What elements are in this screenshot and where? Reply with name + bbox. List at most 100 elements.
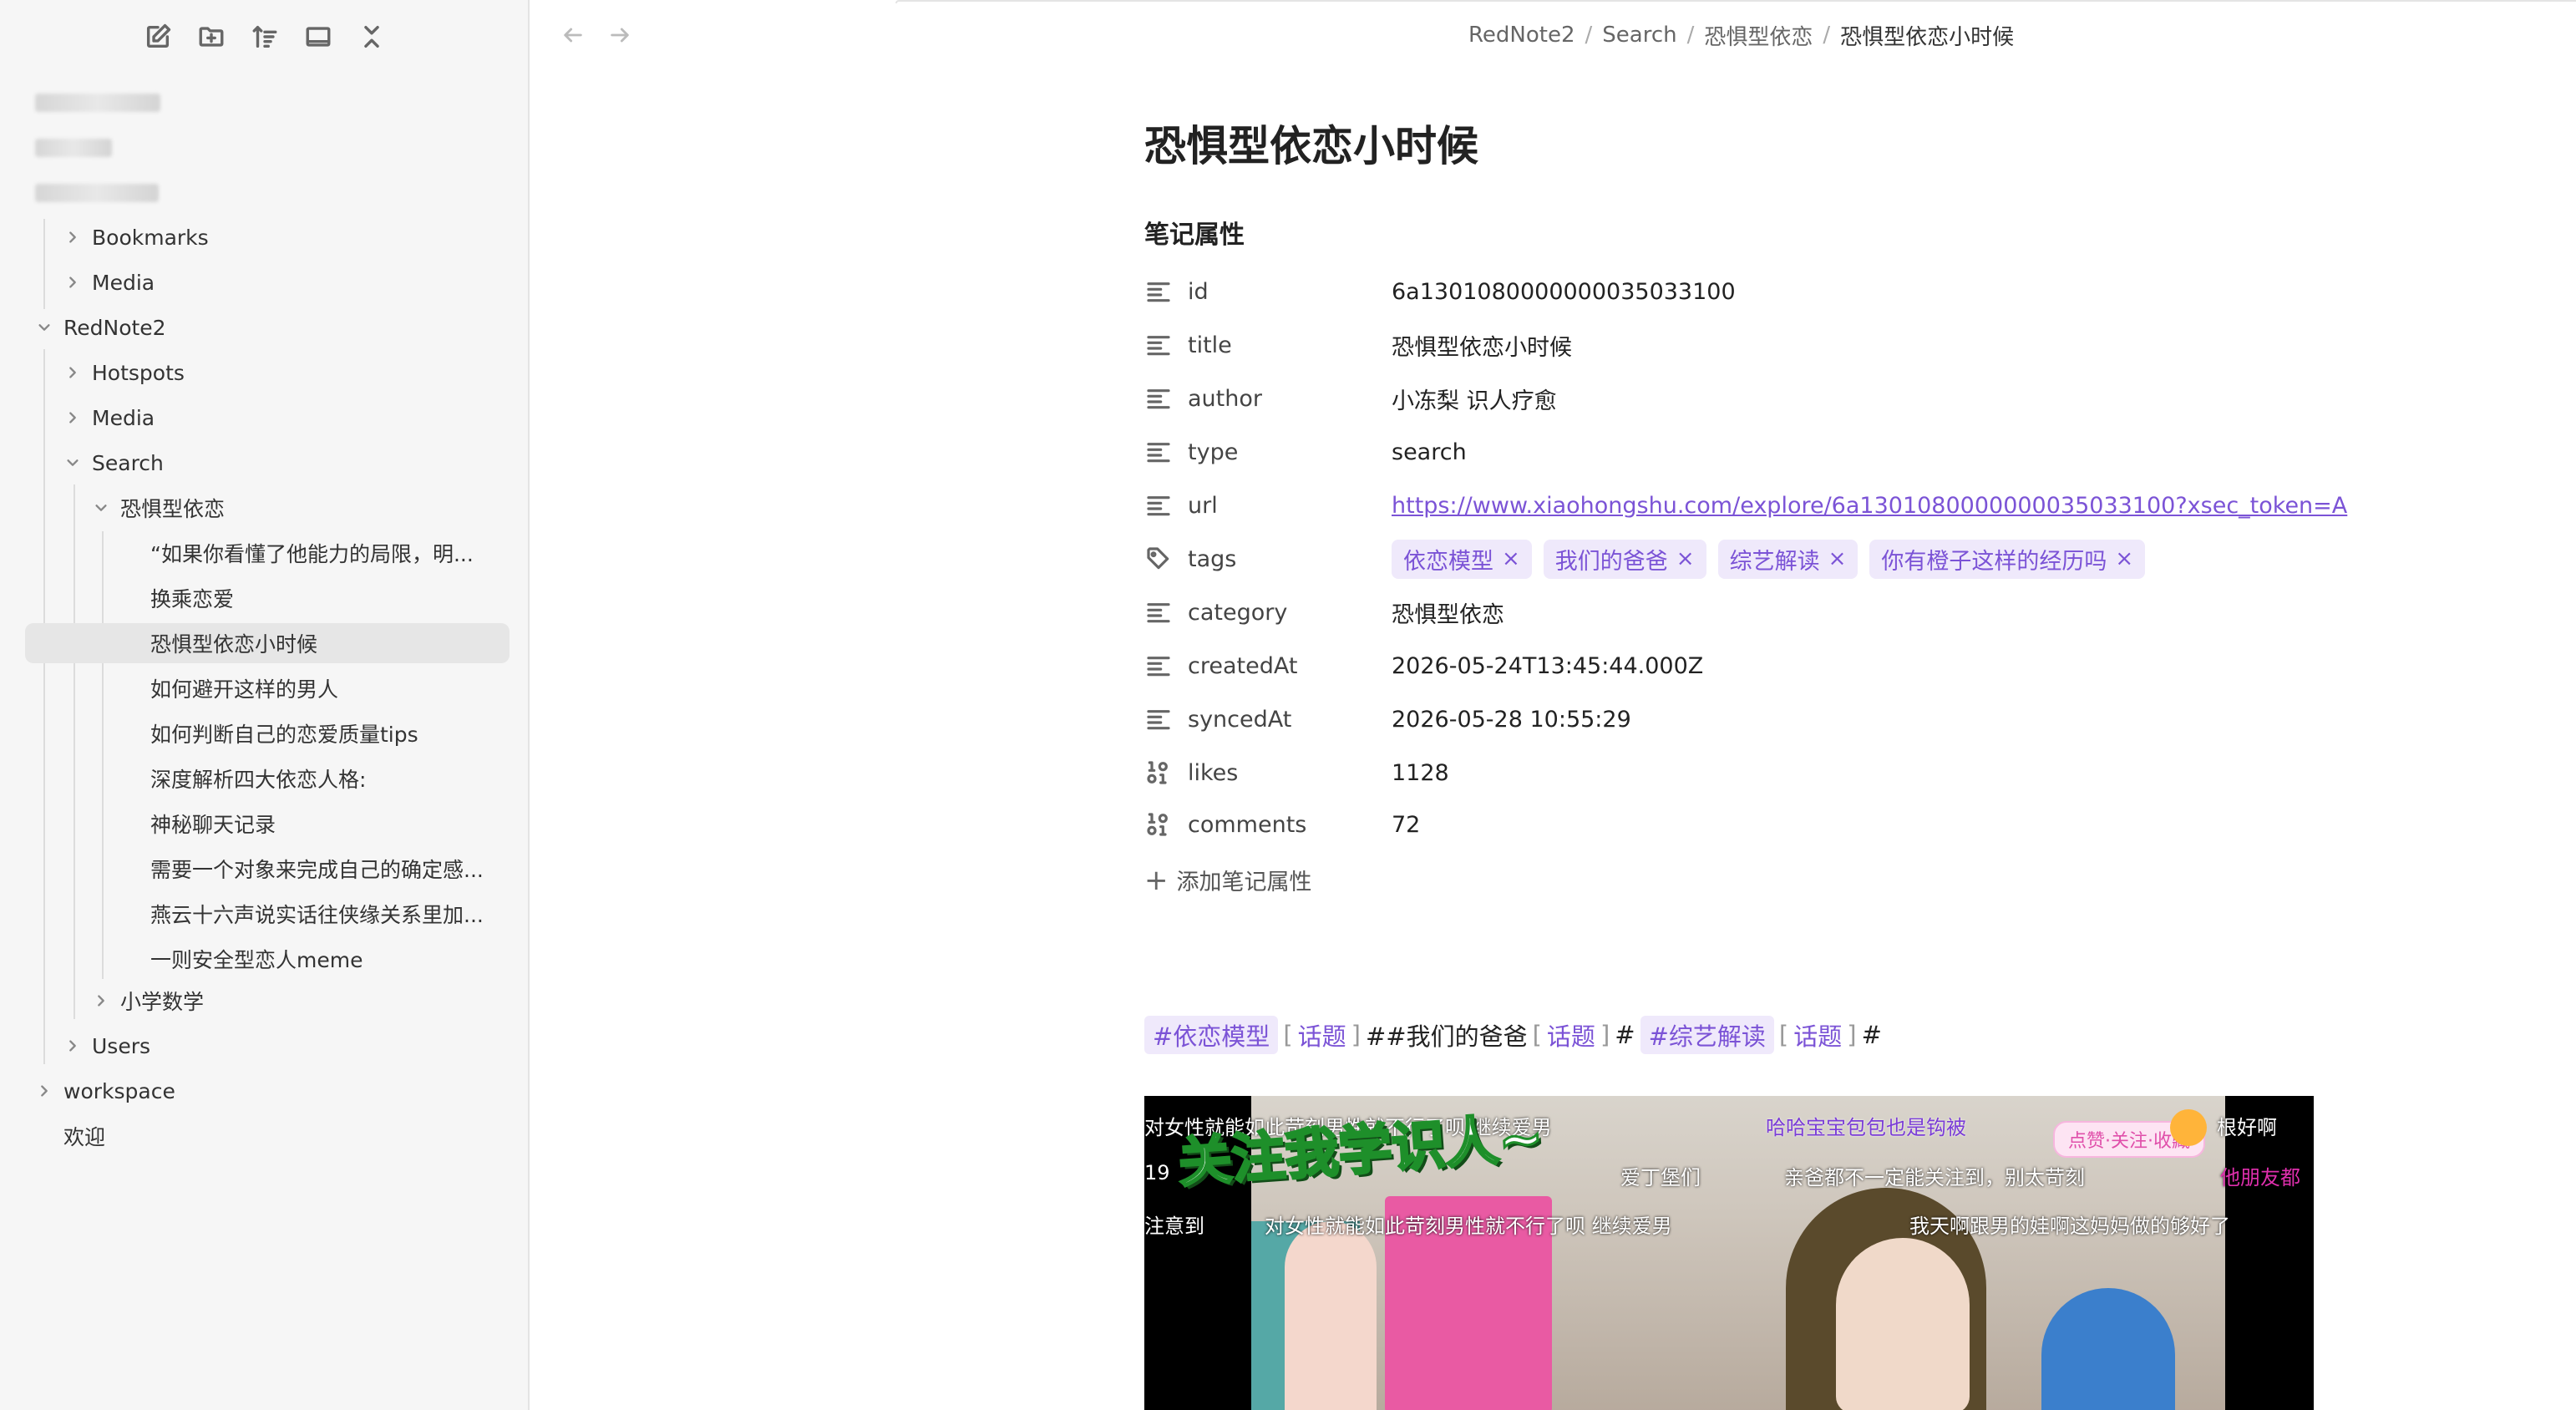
video-screenshot-image[interactable]: 对女性就能如此苛刻男性就不行了呗 继续爱男 哈哈宝宝包包也是钩被 根好啊 19 … [1144, 1096, 2314, 1410]
file-explorer-sidebar: Bookmarks Media RedNote2 Hotspots Media … [0, 0, 530, 1410]
sidebar-item-bookmarks[interactable]: Bookmarks [63, 217, 209, 257]
sidebar-item-hotspots[interactable]: Hotspots [63, 352, 185, 393]
property-key[interactable]: url [1188, 493, 1392, 519]
sidebar-item-label: 神秘聊天记录 [150, 813, 276, 837]
sidebar-item-note[interactable]: 换乘恋爱 [150, 578, 234, 618]
property-key[interactable]: title [1188, 332, 1392, 358]
sidebar-item-search[interactable]: Search [63, 443, 164, 483]
property-key[interactable]: category [1188, 600, 1392, 626]
sidebar-item-rednote2[interactable]: RedNote2 [35, 307, 166, 347]
sidebar-item-note[interactable]: 如何判断自己的恋爱质量tips [150, 713, 418, 753]
property-value[interactable]: search [1392, 439, 1467, 465]
sidebar-item-note[interactable]: 燕云十六声说实话往侠缘关系里加... [150, 894, 484, 934]
danmaku-text: 亲爸都不一定能关注到，别太苛刻 [1784, 1166, 2085, 1189]
topic-link[interactable]: 话题 [1547, 1017, 1595, 1052]
sidebar-item-welcome[interactable]: 欢迎 [63, 1116, 105, 1156]
page-title[interactable]: 恐惧型依恋小时候 [1144, 117, 2364, 175]
sidebar-item-note[interactable]: 一则安全型恋人meme [150, 939, 363, 979]
hashtag[interactable]: #综艺解读 [1640, 1016, 1774, 1054]
new-note-icon[interactable] [141, 20, 175, 53]
sidebar-item-label: Search [92, 450, 164, 475]
property-key[interactable]: tags [1188, 546, 1392, 572]
property-row-title[interactable]: title 恐惧型依恋小时候 [1144, 324, 2364, 366]
property-value[interactable]: 6a1301080000000035033100 [1392, 279, 1736, 305]
breadcrumb-item[interactable]: Search [1602, 23, 1676, 48]
property-row-id[interactable]: id 6a1301080000000035033100 [1144, 271, 2364, 312]
property-value[interactable]: 2026-05-24T13:45:44.000Z [1392, 653, 1703, 679]
collapse-icon[interactable] [355, 20, 388, 53]
remove-tag-icon[interactable]: × [2115, 546, 2133, 571]
bracket: ] [1600, 1021, 1610, 1049]
topic-link[interactable]: 话题 [1793, 1017, 1842, 1052]
text-lines-icon [1144, 705, 1173, 733]
property-row-syncedat[interactable]: syncedAt 2026-05-28 10:55:29 [1144, 698, 2364, 740]
sidebar-item-note[interactable]: 需要一个对象来完成自己的确定感... [150, 849, 484, 889]
property-value[interactable]: 小冻梨 识人疗愈 [1392, 383, 1557, 415]
property-key[interactable]: comments [1188, 812, 1392, 838]
property-row-url[interactable]: url https://www.xiaohongshu.com/explore/… [1144, 484, 2364, 526]
sidebar-item-label: 燕云十六声说实话往侠缘关系里加... [150, 903, 484, 927]
sidebar-item-media[interactable]: Media [63, 262, 155, 302]
add-property-button[interactable]: + 添加笔记属性 [1144, 864, 1312, 896]
sidebar-item-note[interactable]: “如果你看懂了他能力的局限，明... [150, 533, 474, 573]
property-row-tags[interactable]: tags 依恋模型 × 我们的爸爸 × 综艺解读 × 你有橙子这样的经历吗 × [1144, 538, 2364, 580]
property-value[interactable]: 恐惧型依恋小时候 [1392, 329, 1572, 362]
property-key[interactable]: type [1188, 439, 1392, 465]
chevron-right-icon [63, 363, 82, 382]
breadcrumb: RedNote2 / Search / 恐惧型依恋 / 恐惧型依恋小时候 [1468, 18, 2014, 52]
property-row-comments[interactable]: comments 72 [1144, 804, 2364, 845]
tag-pill[interactable]: 综艺解读 × [1717, 539, 1858, 579]
sidebar-item-active-note[interactable]: 恐惧型依恋小时候 [25, 623, 510, 663]
breadcrumb-item[interactable]: RedNote2 [1468, 23, 1575, 48]
property-row-likes[interactable]: likes 1128 [1144, 752, 2364, 794]
property-row-createdat[interactable]: createdAt 2026-05-24T13:45:44.000Z [1144, 645, 2364, 687]
chevron-right-icon [35, 1082, 53, 1100]
scene-shape [2041, 1288, 2175, 1410]
property-key[interactable]: author [1188, 386, 1392, 412]
property-key[interactable]: syncedAt [1188, 707, 1392, 733]
sidebar-item-workspace[interactable]: workspace [35, 1071, 175, 1111]
tag-pill[interactable]: 你有橙子这样的经历吗 × [1869, 539, 2146, 579]
tag-pill[interactable]: 我们的爸爸 × [1543, 539, 1706, 579]
breadcrumb-current[interactable]: 恐惧型依恋小时候 [1840, 20, 2014, 51]
new-folder-icon[interactable] [195, 20, 228, 53]
sort-icon[interactable] [248, 20, 281, 53]
sidebar-item-users[interactable]: Users [63, 1026, 150, 1066]
tag-pill[interactable]: 依恋模型 × [1392, 539, 1532, 579]
topic-link[interactable]: 话题 [1298, 1017, 1346, 1052]
sidebar-item-fearful-attachment[interactable]: 恐惧型依恋 [92, 488, 225, 528]
property-value[interactable]: 恐惧型依恋 [1392, 596, 1504, 629]
property-value[interactable]: 1128 [1392, 760, 1449, 786]
chevron-right-icon [63, 1037, 82, 1055]
add-property-label: 添加笔记属性 [1176, 870, 1312, 895]
property-row-category[interactable]: category 恐惧型依恋 [1144, 591, 2364, 633]
bracket: [ [1532, 1021, 1542, 1049]
sidebar-item-note[interactable]: 如何避开这样的男人 [150, 668, 338, 708]
breadcrumb-item[interactable]: 恐惧型依恋 [1704, 20, 1813, 51]
sidebar-item-label: workspace [63, 1078, 175, 1103]
forward-arrow-icon[interactable] [603, 18, 636, 52]
layout-icon[interactable] [302, 20, 335, 53]
property-key[interactable]: id [1188, 279, 1392, 305]
remove-tag-icon[interactable]: × [1828, 546, 1847, 571]
sidebar-item-note[interactable]: 深度解析四大依恋人格: [150, 758, 366, 799]
property-value[interactable]: 2026-05-28 10:55:29 [1392, 707, 1631, 733]
hashtag[interactable]: #依恋模型 [1144, 1016, 1279, 1054]
sidebar-item-label: 深度解析四大依恋人格: [150, 768, 367, 792]
sidebar-item-primary-math[interactable]: 小学数学 [92, 981, 204, 1021]
property-key[interactable]: createdAt [1188, 653, 1392, 679]
remove-tag-icon[interactable]: × [1502, 546, 1520, 571]
property-key[interactable]: likes [1188, 760, 1392, 786]
plus-icon: + [1144, 863, 1169, 897]
sidebar-item-media-2[interactable]: Media [63, 398, 155, 438]
tree-guide [43, 219, 45, 309]
property-value[interactable]: 72 [1392, 812, 1420, 838]
property-row-type[interactable]: type search [1144, 431, 2364, 473]
back-arrow-icon[interactable] [556, 18, 590, 52]
property-row-author[interactable]: author 小冻梨 识人疗愈 [1144, 378, 2364, 419]
sidebar-item-note[interactable]: 神秘聊天记录 [150, 804, 276, 844]
remove-tag-icon[interactable]: × [1676, 546, 1695, 571]
url-link[interactable]: https://www.xiaohongshu.com/explore/6a13… [1392, 493, 2347, 519]
number-icon [1144, 758, 1173, 787]
sidebar-item-label: 如何避开这样的男人 [150, 677, 339, 702]
